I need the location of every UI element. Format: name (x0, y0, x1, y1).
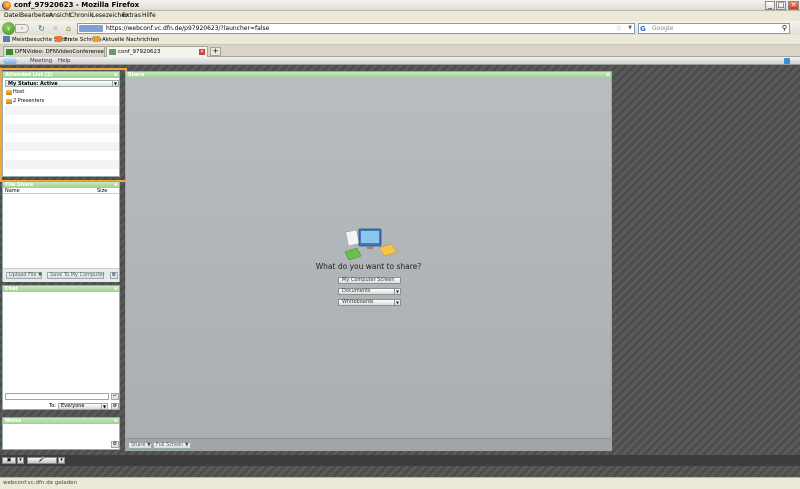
chat-recipient-dropdown[interactable]: Everyone ▼ (58, 403, 108, 410)
minimize-icon[interactable]: _ (765, 1, 775, 10)
menu-datei[interactable]: Datei (4, 12, 20, 19)
share-stop-button[interactable]: Share ▼ (128, 442, 152, 449)
app-footer-toolbar: ▣ ▾ 🎤 ▾ (0, 455, 800, 466)
connect-app: Meeting Help Attendee List (2) ≡ My Stat… (0, 57, 800, 477)
search-input[interactable]: G Google ⚲ (638, 23, 790, 34)
tab-close-icon[interactable]: ✕ (96, 49, 102, 55)
close-icon[interactable]: ✕ (788, 1, 799, 10)
maximize-icon[interactable]: □ (776, 1, 786, 10)
tab-dfnvideo[interactable]: DFNVideo: DFNVideoConference ✕ (3, 46, 105, 57)
tab-close-icon[interactable]: ✕ (199, 49, 205, 55)
search-icon[interactable]: ⚲ (782, 24, 787, 33)
file-share-pod: File Share ≡ Name Size Upload File ▼ Sav… (2, 181, 120, 282)
share-toolbar: Share ▼ Full Screen ▼ (126, 438, 611, 451)
share-documents-dropdown[interactable]: Documents ▼ (338, 288, 401, 295)
menu-ansicht[interactable]: Ansicht (49, 12, 71, 19)
bookmarks-toolbar: Meistbesuchte Seiten Erste Schritte Aktu… (0, 35, 800, 45)
browser-statusbar: webconf.vc.dfn.de geladen (0, 477, 800, 489)
back-arrow-icon[interactable]: ‹ (2, 22, 15, 35)
app-menubar: Meeting Help (0, 57, 800, 65)
menu-chronik[interactable]: Chronik (70, 12, 93, 19)
network-status-icon[interactable] (784, 58, 790, 64)
send-message-icon[interactable]: ↵ (111, 393, 119, 400)
new-tab-button[interactable]: + (210, 47, 221, 56)
chat-pod: Chat ≡ ↵ To: Everyone ▼ ⚙ (2, 285, 120, 410)
chat-message-input[interactable] (5, 393, 109, 400)
menu-help[interactable]: Help (58, 57, 71, 65)
notes-pod: Notes ≡ ⚙ (2, 417, 120, 450)
fullscreen-button[interactable]: Full Screen ▼ (153, 442, 191, 449)
url-text: https://webconf.vc.dfn.de/p97920623/?lau… (106, 25, 270, 32)
share-stage: What do you want to share? My Computer S… (126, 78, 611, 451)
chat-to-label: To: (49, 403, 56, 409)
dfn-favicon-icon (6, 49, 13, 55)
chevron-down-icon[interactable]: ▼ (394, 289, 400, 294)
firefox-logo-icon (55, 36, 62, 42)
share-pod: Share ≡ What do you want to share? My Co… (125, 71, 612, 451)
save-to-computer-button[interactable]: Save To My Computer (47, 272, 104, 279)
pod-menu-icon[interactable]: ⚙ (110, 272, 118, 279)
browser-menubar: Datei Bearbeiten Ansicht Chronik Lesezei… (0, 11, 800, 21)
menu-meeting[interactable]: Meeting (30, 57, 52, 65)
rss-icon (93, 36, 100, 42)
forward-arrow-icon[interactable]: › (15, 24, 29, 33)
menu-hilfe[interactable]: Hilfe (142, 12, 156, 19)
firefox-logo-icon (2, 1, 11, 10)
bookmark-latest-news[interactable]: Aktuelle Nachrichten (93, 36, 159, 43)
pod-menu-icon[interactable]: ⚙ (111, 441, 119, 448)
file-list-header: Name Size (3, 188, 119, 194)
pod-menu-icon[interactable]: ⚙ (111, 403, 119, 410)
chevron-down-icon[interactable]: ▼ (394, 300, 400, 305)
status-text: webconf.vc.dfn.de geladen (3, 480, 77, 486)
search-placeholder: Google (652, 25, 674, 32)
bookmark-star-icon[interactable]: ☆ (616, 24, 622, 33)
column-name[interactable]: Name (5, 188, 20, 194)
share-prompt: What do you want to share? (315, 262, 422, 271)
microphone-icon[interactable]: 🎤 (27, 457, 57, 464)
window-titlebar: conf_97920623 - Mozilla Firefox _ □ ✕ (0, 0, 800, 11)
share-my-screen-button[interactable]: My Computer Screen (338, 277, 401, 284)
bookmark-icon (3, 36, 10, 42)
chevron-down-icon[interactable]: ▼ (101, 404, 107, 409)
tab-conf[interactable]: conf_97920623 ✕ (106, 46, 208, 57)
chevron-down-icon[interactable]: ▾ (58, 457, 65, 464)
chevron-down-icon[interactable]: ▼ (628, 24, 632, 33)
window-title: conf_97920623 - Mozilla Firefox (14, 1, 140, 9)
navigation-toolbar: ‹ › ↻ ✕ ⌂ https://webconf.vc.dfn.de/p979… (0, 21, 800, 35)
chevron-down-icon[interactable]: ▾ (17, 457, 24, 464)
google-icon[interactable]: G (640, 25, 648, 33)
layout-icon[interactable]: ▣ (2, 457, 16, 464)
upload-file-button[interactable]: Upload File ▼ (6, 272, 42, 279)
file-share-toolbar: Upload File ▼ Save To My Computer ⚙ (3, 268, 119, 282)
conference-favicon-icon (109, 49, 116, 55)
tab-strip: DFNVideo: DFNVideoConference ✕ conf_9792… (0, 45, 800, 57)
share-illustration-icon (344, 228, 398, 261)
pod-header: Chat ≡ (3, 286, 119, 292)
share-whiteboards-dropdown[interactable]: Whiteboards ▼ (338, 299, 401, 306)
column-size[interactable]: Size (97, 188, 107, 194)
attendee-pod-highlight (0, 68, 127, 182)
url-bar[interactable]: https://webconf.vc.dfn.de/p97920623/?lau… (77, 23, 635, 34)
pod-options-icon[interactable]: ≡ (114, 286, 118, 292)
site-identity-icon[interactable] (79, 25, 103, 32)
pod-options-icon[interactable]: ≡ (114, 418, 118, 424)
home-icon[interactable]: ⌂ (64, 24, 73, 33)
menu-extras[interactable]: Extras (122, 12, 141, 19)
app-logo-icon[interactable] (3, 58, 17, 64)
pod-header: Notes ≡ (3, 418, 119, 424)
reload-icon[interactable]: ↻ (37, 24, 46, 33)
stop-icon[interactable]: ✕ (51, 24, 60, 33)
